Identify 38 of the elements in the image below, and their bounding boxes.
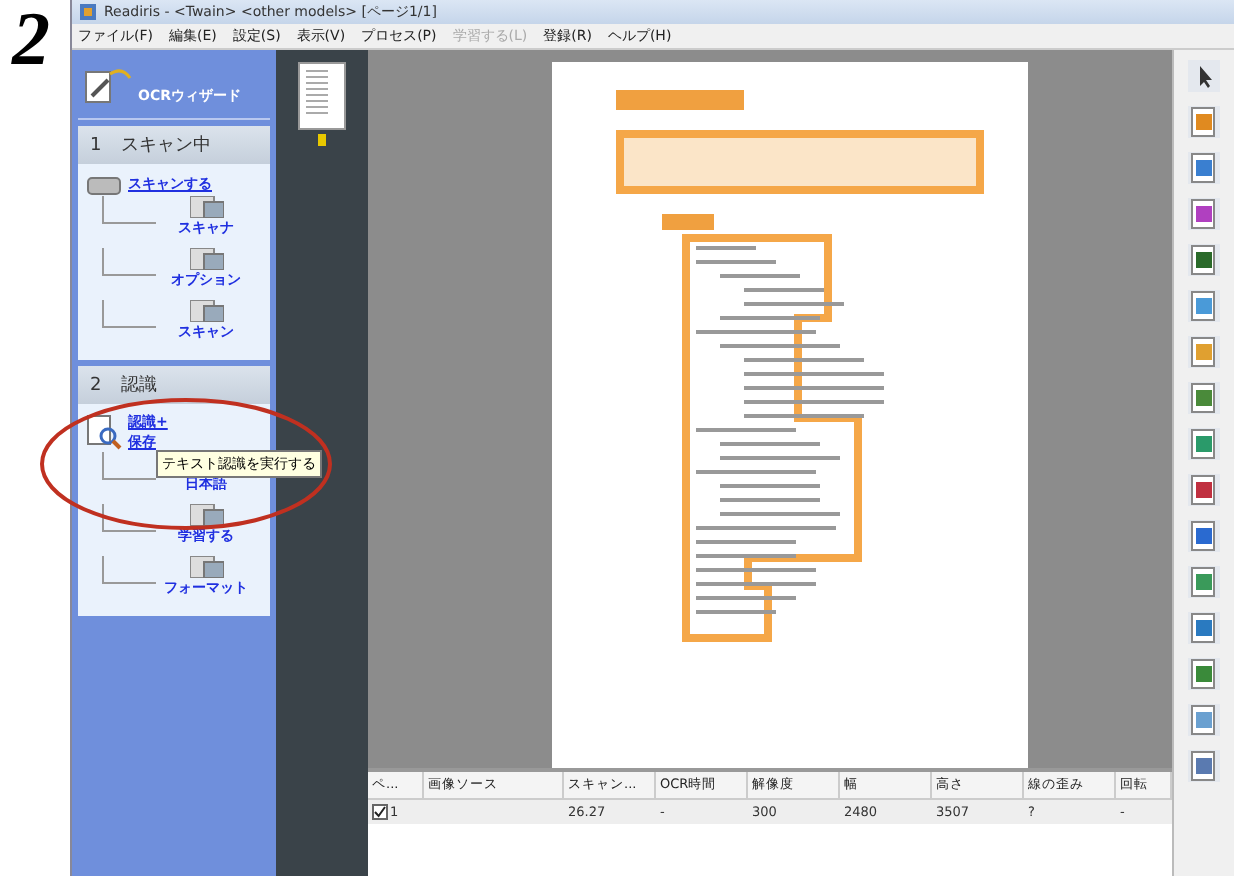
step-icon — [189, 504, 223, 526]
tool-icon[interactable] — [1188, 566, 1220, 598]
step-icon — [189, 248, 223, 270]
tool-icon[interactable] — [1188, 750, 1220, 782]
page-thumbnail[interactable] — [298, 62, 346, 130]
tool-icon[interactable] — [1188, 612, 1220, 644]
tree-line — [102, 504, 156, 532]
tool-icon[interactable] — [1188, 290, 1220, 322]
magnifier-document-icon — [86, 414, 122, 450]
tool-icon[interactable] — [1188, 336, 1220, 368]
section-title: スキャン中 — [121, 133, 212, 158]
wizard-icon — [82, 66, 134, 106]
pointer-icon[interactable] — [1188, 60, 1220, 92]
checkbox[interactable] — [372, 804, 388, 820]
step-icon — [189, 556, 223, 578]
tool-icon[interactable] — [1188, 244, 1220, 276]
tree-line — [102, 196, 156, 224]
section-title: 認識 — [121, 373, 158, 398]
tool-icon[interactable] — [1188, 152, 1220, 184]
tool-icon[interactable] — [1188, 658, 1220, 690]
tool-icon[interactable] — [1188, 520, 1220, 552]
app-icon — [78, 2, 98, 22]
step-icon — [189, 300, 223, 322]
tree-line — [102, 300, 156, 328]
scanner-icon — [86, 172, 122, 196]
page-marker — [318, 134, 326, 146]
tool-icon[interactable] — [1188, 106, 1220, 138]
step-number: 2 — [9, 0, 52, 80]
tree-line — [102, 556, 156, 584]
tool-icon[interactable] — [1188, 474, 1220, 506]
tool-icon[interactable] — [1188, 198, 1220, 230]
tool-icon[interactable] — [1188, 382, 1220, 414]
step-icon — [189, 196, 223, 218]
tool-icon[interactable] — [1188, 704, 1220, 736]
section-number: 2 — [90, 375, 102, 395]
section-number: 1 — [90, 135, 102, 155]
tool-icon[interactable] — [1188, 428, 1220, 460]
tree-line — [102, 248, 156, 276]
